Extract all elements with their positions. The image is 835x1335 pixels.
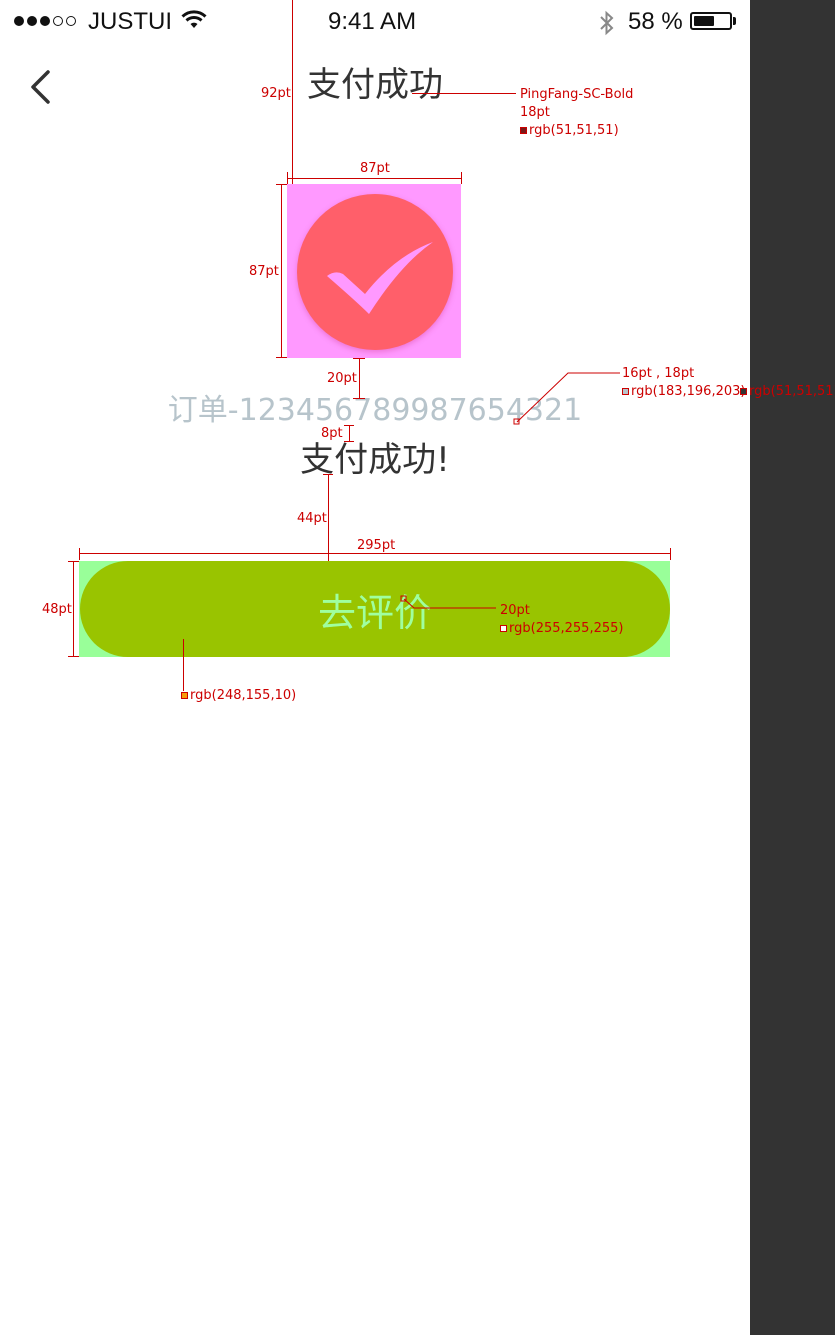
annotation-button-width: 295pt (357, 538, 396, 553)
annotation-button-font-size: 20pt (500, 603, 530, 618)
annotation-button-height: 48pt (42, 602, 72, 617)
annotation-line (344, 441, 354, 442)
annotation-title-size: 18pt (520, 105, 550, 120)
annotation-line (287, 178, 461, 179)
annotation-line (68, 656, 79, 657)
annotation-line (353, 358, 365, 359)
review-button-frame: 去评价 (79, 561, 670, 657)
annotation-line (276, 184, 287, 185)
battery-level (694, 16, 714, 26)
check-circle-icon (297, 194, 453, 350)
annotation-line (68, 561, 79, 562)
annotation-line (670, 548, 671, 560)
annotation-button-bg-color: rgb(248,155,10) (181, 688, 296, 704)
annotation-line (328, 474, 329, 561)
annotation-title-font: PingFang-SC-Bold (520, 87, 634, 102)
annotation-line (412, 93, 516, 94)
annotation-line (287, 172, 288, 184)
battery-cap (733, 17, 736, 25)
review-button[interactable]: 去评价 (80, 561, 670, 657)
success-message: 支付成功! (300, 440, 450, 480)
annotation-leader (513, 372, 620, 425)
annotation-button-text-color: rgb(255,255,255) (500, 621, 623, 637)
status-time: 9:41 AM (328, 8, 417, 35)
annotation-line (349, 425, 350, 441)
annotation-line (79, 548, 80, 560)
annotation-line (323, 474, 333, 475)
annotation-title-spacing: 92pt (261, 86, 291, 101)
annotation-line (353, 398, 365, 399)
annotation-leader (400, 595, 496, 609)
annotation-title-color: rgb(51,51,51) (520, 123, 619, 139)
annotation-order-sizes: 16pt , 18pt (622, 366, 695, 381)
bluetooth-icon (598, 10, 616, 40)
battery-percent: 58 % (628, 8, 683, 35)
battery-icon (690, 12, 732, 30)
annotation-line (276, 357, 287, 358)
annotation-line (292, 0, 293, 184)
annotation-order-color: rgb(183,196,203) (622, 384, 745, 400)
chevron-left-icon (31, 70, 50, 104)
annotation-line (183, 639, 184, 691)
side-panel (750, 0, 835, 1335)
annotation-button-gap: 44pt (297, 511, 327, 526)
annotation-line (461, 172, 462, 184)
annotation-line (344, 425, 354, 426)
annotation-line (359, 358, 360, 398)
annotation-line (281, 184, 282, 358)
status-bar: JUSTUI 9:41 AM 58 % (0, 0, 750, 44)
back-button[interactable] (20, 60, 64, 112)
annotation-text-gap: 8pt (321, 426, 343, 441)
carrier-name: JUSTUI (88, 8, 172, 35)
success-icon-area (287, 184, 461, 358)
signal-strength-icon (14, 13, 76, 29)
annotation-line (73, 561, 74, 657)
annotation-icon-height: 87pt (249, 264, 279, 279)
annotation-icon-width: 87pt (360, 161, 390, 176)
annotation-message-color: rgb(51,51,51) (740, 384, 835, 400)
wifi-icon (181, 10, 207, 34)
annotation-icon-gap: 20pt (327, 371, 357, 386)
